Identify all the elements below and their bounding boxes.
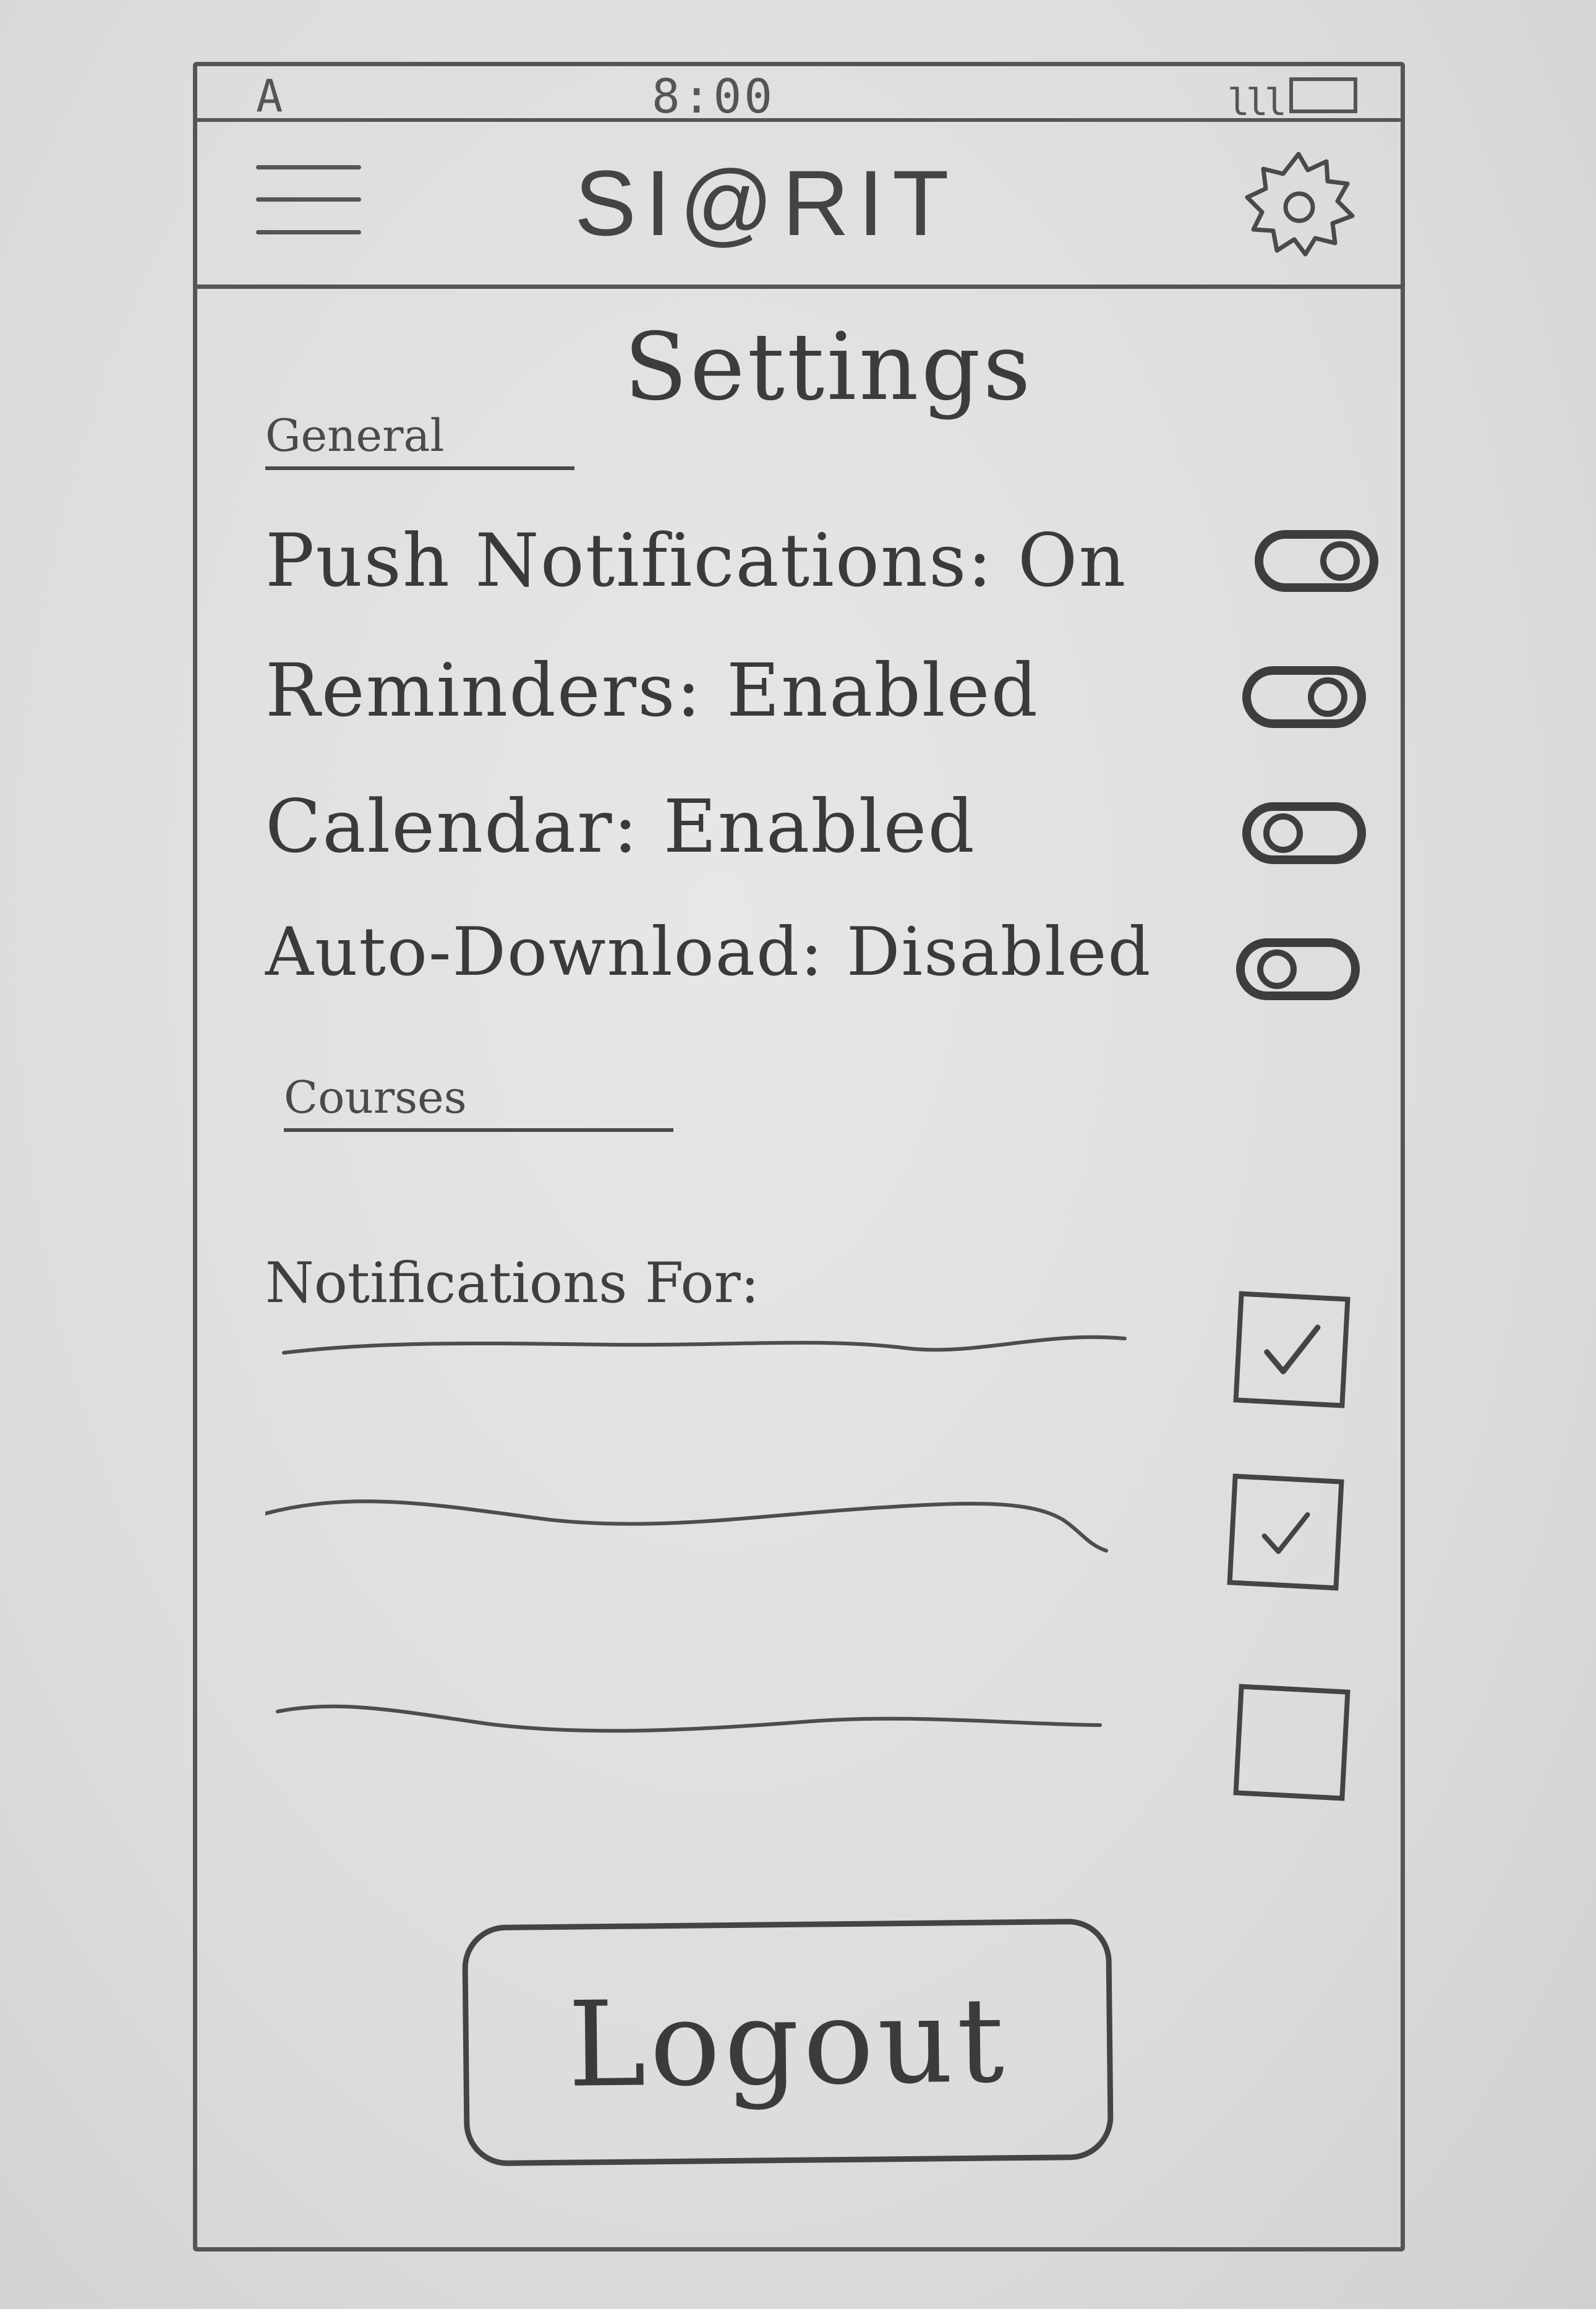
toggle-knob [1263,813,1303,853]
course-checkbox[interactable] [1233,1291,1351,1408]
setting-push-notifications-label: Push Notifications: On [265,518,1127,603]
course-name-placeholder [276,1704,1102,1733]
app-header: SI@RIT [197,122,1401,289]
course-item [265,1464,1378,1606]
status-time: 8:00 [652,69,775,124]
battery-icon [1289,77,1357,113]
gear-icon[interactable] [1234,140,1363,264]
setting-reminders: Reminders: Enabled [265,648,1378,759]
toggle-knob [1320,541,1360,581]
course-item [265,1674,1378,1817]
course-name-placeholder [282,1335,1127,1355]
app-title: SI@RIT [574,151,958,255]
calendar-toggle[interactable] [1242,802,1366,864]
setting-auto-download-label: Auto-Download: Disabled [265,914,1152,991]
checkmark-icon [1261,1512,1310,1554]
logout-button[interactable]: Logout [461,1918,1114,2167]
setting-calendar-label: Calendar: Enabled [265,784,976,869]
section-courses-label: Courses [284,1071,673,1132]
toggle-knob [1257,949,1297,989]
status-bar: A 8:00 lll [197,66,1401,124]
setting-reminders-label: Reminders: Enabled [265,648,1039,733]
setting-auto-download: Auto-Download: Disabled [265,914,1378,1025]
section-general-label: General [265,409,574,470]
course-checkbox[interactable] [1227,1473,1344,1591]
toggle-knob [1308,677,1347,717]
auto-download-toggle[interactable] [1236,938,1360,1000]
course-checkbox[interactable] [1233,1684,1351,1801]
setting-push-notifications: Push Notifications: On [265,518,1378,629]
signal-icon: lll [1227,81,1287,124]
checkmark-icon [1264,1324,1321,1374]
push-notifications-toggle[interactable] [1255,530,1378,592]
page-title: Settings [624,314,1033,421]
hamburger-menu-icon[interactable] [256,159,367,252]
status-carrier: A [256,70,287,122]
phone-frame: A 8:00 lll SI@RIT Settings General Push … [193,62,1405,2251]
reminders-toggle[interactable] [1242,666,1366,728]
course-name-placeholder [265,1499,1108,1553]
setting-calendar: Calendar: Enabled [265,784,1378,895]
course-item [265,1282,1378,1424]
